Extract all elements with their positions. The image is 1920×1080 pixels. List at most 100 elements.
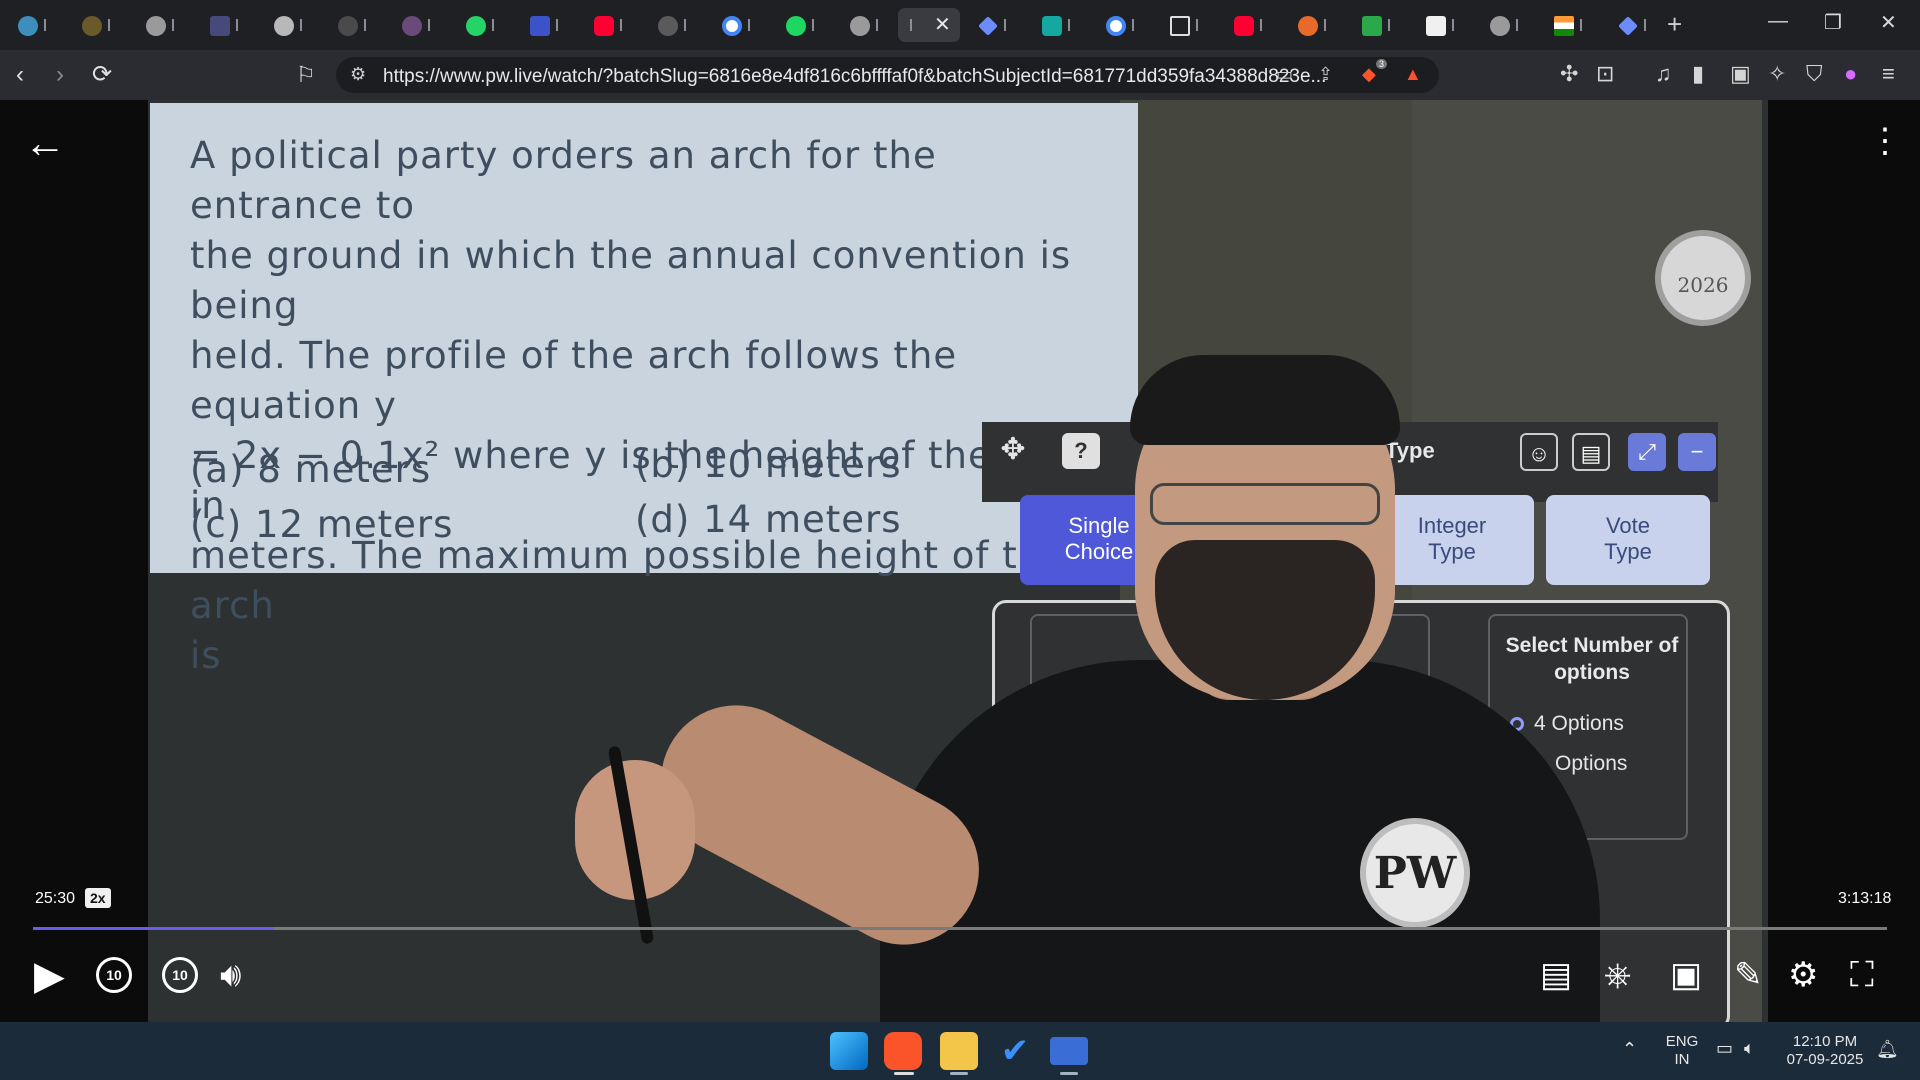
tab-7[interactable]	[394, 8, 444, 42]
tab-youtube-2[interactable]	[1226, 8, 1276, 42]
tab-title-clip	[876, 19, 878, 31]
forward-icon[interactable]: ›	[56, 61, 64, 89]
clock[interactable]: 12:10 PM 07-09-2025	[1780, 1033, 1870, 1069]
help-icon[interactable]: ?	[1062, 433, 1100, 469]
current-time: 25:30	[35, 890, 76, 907]
tab-gemini-2[interactable]	[1610, 8, 1660, 42]
tab-whatsapp[interactable]	[458, 8, 508, 42]
tab-spotify[interactable]	[778, 8, 828, 42]
tab-22[interactable]	[1354, 8, 1404, 42]
close-tab-icon[interactable]: ✕	[934, 12, 951, 37]
question-card: A political party orders an arch for the…	[150, 103, 1138, 677]
restore-button[interactable]: ❐	[1824, 10, 1842, 35]
tab-3[interactable]	[138, 8, 188, 42]
tab-1[interactable]	[10, 8, 60, 42]
brave-browser-icon[interactable]	[884, 1032, 922, 1070]
cast-icon[interactable]: ▭	[1276, 64, 1293, 85]
playback-speed-badge[interactable]: 2x	[85, 888, 111, 908]
tab-11[interactable]	[650, 8, 700, 42]
fullscreen-icon[interactable]: ⛶	[1850, 955, 1874, 995]
tab-title-clip	[1452, 19, 1454, 31]
tab-17[interactable]	[1034, 8, 1084, 42]
reload-icon[interactable]: ⟳	[92, 61, 112, 89]
tab-google-2[interactable]	[1098, 8, 1148, 42]
todo-icon[interactable]: ✔	[996, 1032, 1034, 1070]
vpn-icon[interactable]: ⛉	[1806, 62, 1823, 86]
address-bar[interactable]: ⚙ https://www.pw.live/watch/?batchSlug=6…	[336, 57, 1439, 93]
video-player[interactable]: A political party orders an arch for the…	[0, 100, 1920, 1022]
back-icon[interactable]: ‹	[16, 61, 24, 89]
sidebar-icon[interactable]: ▮	[1692, 62, 1704, 86]
brave-shields-icon[interactable]: ◆	[1362, 64, 1376, 85]
tab-title-clip	[1004, 19, 1006, 31]
tab-5[interactable]	[266, 8, 316, 42]
doubts-chat-icon[interactable]: ▤	[1540, 955, 1572, 995]
close-window-button[interactable]: ✕	[1880, 10, 1897, 35]
flag-icon	[1554, 16, 1574, 36]
tab-21[interactable]	[1290, 8, 1340, 42]
show-hidden-icons[interactable]: ⌃	[1622, 1040, 1637, 1058]
settings-icon[interactable]: ⚙	[1788, 955, 1818, 995]
wallet-icon[interactable]: ▣	[1730, 62, 1751, 86]
new-tab-button[interactable]: +	[1667, 10, 1682, 38]
url-text[interactable]: https://www.pw.live/watch/?batchSlug=681…	[383, 66, 1326, 88]
translate-icon[interactable]: ⎈	[1604, 955, 1631, 995]
speaker-icon[interactable]: 🔈︎	[1744, 1039, 1755, 1057]
brave-rewards-icon[interactable]: ▲	[1404, 64, 1422, 85]
share-icon[interactable]: ⇪	[1318, 64, 1333, 85]
language-code: ENG	[1665, 1033, 1699, 1050]
file-explorer-icon[interactable]	[940, 1032, 978, 1070]
notification-icon[interactable]: 🔔︎	[1876, 1040, 1899, 1058]
keyboard-icon[interactable]	[1050, 1037, 1088, 1065]
wikipedia-icon	[1426, 16, 1446, 36]
tab-title-clip	[1324, 19, 1326, 31]
page-search-icon[interactable]: ⊡	[1596, 62, 1614, 86]
rewind-10-icon[interactable]: 10	[96, 957, 132, 993]
tab-9[interactable]	[522, 8, 572, 42]
start-menu-icon[interactable]	[830, 1032, 868, 1070]
minimize-panel-icon[interactable]: −	[1678, 433, 1716, 471]
clock-time: 12:10 PM	[1792, 1033, 1858, 1050]
bookmark-icon[interactable]: ⚐	[296, 61, 316, 89]
tab-4[interactable]	[202, 8, 252, 42]
progress-bar[interactable]	[33, 927, 1887, 930]
move-icon[interactable]: ✥	[993, 430, 1033, 470]
five-options-radio[interactable]: Options	[1555, 752, 1627, 776]
leo-ai-icon[interactable]: ✧	[1768, 62, 1786, 86]
chat-icon[interactable]: ▤	[1572, 433, 1610, 471]
language-indicator[interactable]: ENG IN	[1664, 1033, 1700, 1069]
tab-active-pw[interactable]: ✕	[898, 8, 960, 42]
presenter-hair	[1130, 355, 1400, 445]
feedback-icon[interactable]: ☺	[1520, 433, 1558, 471]
site-favicon-icon	[338, 16, 358, 36]
tab-gemini-1[interactable]	[970, 8, 1020, 42]
play-icon[interactable]: ▶	[34, 955, 65, 997]
back-arrow-icon[interactable]: ←	[24, 122, 66, 164]
more-options-icon[interactable]: ⋮	[1868, 124, 1902, 158]
expand-icon[interactable]: ⤢	[1628, 433, 1666, 471]
pw-watermark-logo: 2026	[1655, 230, 1751, 326]
profile-icon[interactable]: ●	[1844, 62, 1857, 86]
tab-6[interactable]	[330, 8, 380, 42]
tab-wikipedia[interactable]	[1418, 8, 1468, 42]
tab-14[interactable]	[842, 8, 892, 42]
tab-19[interactable]	[1162, 8, 1212, 42]
picture-in-picture-icon[interactable]: ▣	[1670, 955, 1702, 995]
tab-youtube-1[interactable]	[586, 8, 636, 42]
volume-icon[interactable]: 🔊︎	[220, 955, 241, 995]
notes-icon[interactable]: ✎	[1734, 955, 1763, 995]
forward-10-icon[interactable]: 10	[162, 957, 198, 993]
site-favicon-icon	[658, 16, 678, 36]
tab-2[interactable]	[74, 8, 124, 42]
four-options-radio[interactable]: 4 Options	[1510, 712, 1624, 736]
network-icon[interactable]: ▭	[1716, 1039, 1733, 1057]
tab-india[interactable]	[1546, 8, 1596, 42]
minimize-button[interactable]: —	[1768, 10, 1788, 33]
vote-type-button[interactable]: Vote Type	[1546, 495, 1710, 585]
extensions-icon[interactable]: ✣	[1560, 62, 1578, 86]
menu-icon[interactable]: ≡	[1882, 62, 1895, 86]
tab-google-1[interactable]	[714, 8, 764, 42]
site-info-icon[interactable]: ⚙	[350, 64, 366, 85]
media-icon[interactable]: ♫	[1655, 62, 1672, 86]
tab-24[interactable]	[1482, 8, 1532, 42]
